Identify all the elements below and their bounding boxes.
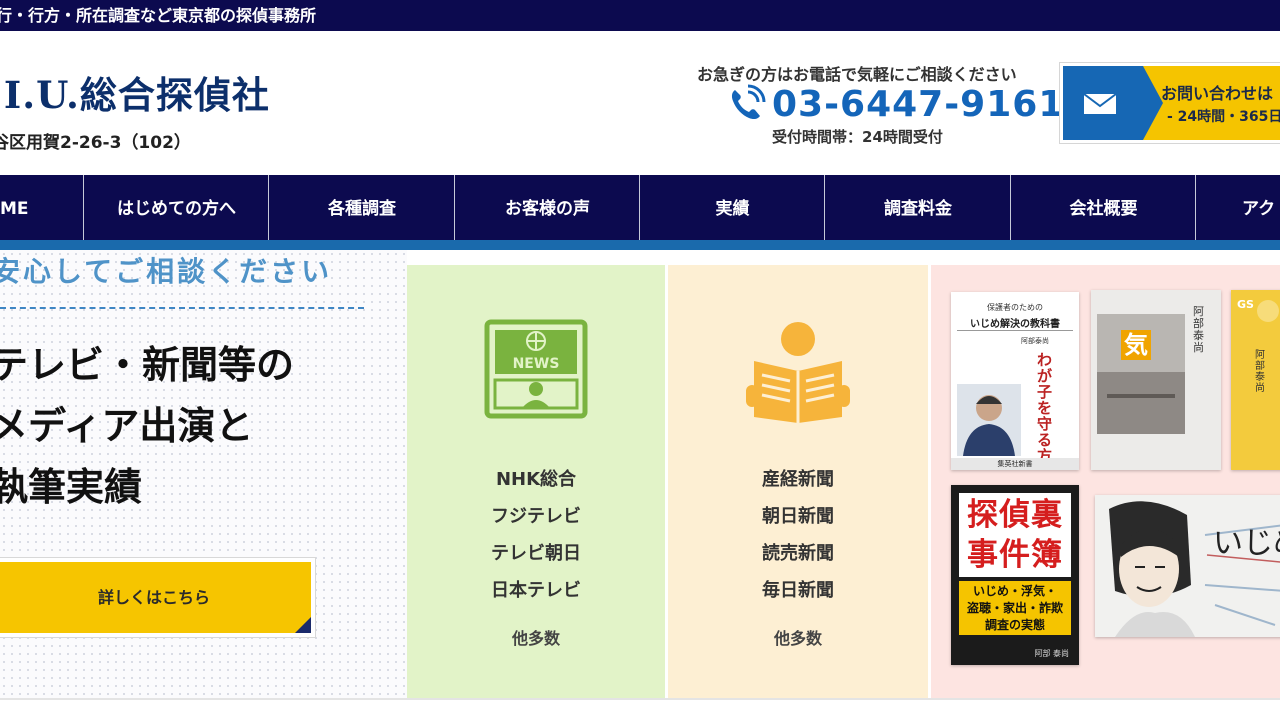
book-author: 阿部 泰尚	[1034, 649, 1069, 658]
list-item: テレビ朝日	[491, 543, 581, 564]
list-item: 読売新聞	[762, 543, 834, 564]
tv-news-icon: NEWS	[484, 319, 588, 419]
author-portrait-icon	[957, 384, 1021, 456]
nav-item-achievements[interactable]: 実績	[639, 175, 825, 240]
book-topic-line: 調査の実態	[984, 618, 1045, 632]
desk-rule	[1107, 394, 1175, 398]
media-heading: テレビ・新聞等の メディア出演と 執筆実績	[0, 335, 294, 518]
tagline-divider	[0, 307, 364, 309]
tv-station-list: NHK総合 フジテレビ テレビ朝日 日本テレビ	[407, 461, 665, 609]
list-item: 産経新聞	[762, 469, 834, 490]
site-header: .I.U.総合探偵社 谷区用賀2-26-3（102） お急ぎの方はお電話で気軽に…	[0, 31, 1280, 175]
newspaper-reader-icon	[746, 322, 850, 423]
details-button[interactable]: 詳しくはこちら	[0, 557, 316, 638]
nav-item-testimonials[interactable]: お客様の声	[454, 175, 640, 240]
manga-illustration: いじめ	[1095, 495, 1280, 637]
book-emblem	[1257, 300, 1279, 322]
phone-icon	[731, 84, 766, 120]
nav-item-access[interactable]: アク	[1195, 175, 1280, 240]
book-cover-ki[interactable]: 気 阿部泰尚	[1091, 290, 1221, 470]
newspaper-list: 産経新聞 朝日新聞 読売新聞 毎日新聞	[668, 461, 928, 609]
section-divider	[0, 698, 1280, 700]
inquiry-line2: - 24時間・365日	[1167, 109, 1280, 125]
book-publisher: 集英社新書	[951, 458, 1079, 470]
list-item: NHK総合	[495, 469, 577, 490]
book-author: 阿部泰尚	[1255, 350, 1265, 394]
top-announcement-text: 行・行方・所在調査など東京都の探偵事務所	[0, 6, 317, 25]
published-books-panel: 保護者のための いじめ解決の教科書 阿部泰尚 わが子を守る方法 集英社新書 気 …	[931, 265, 1280, 700]
book-author: 阿部泰尚	[1193, 305, 1204, 354]
media-heading-line: メディア出演と	[0, 404, 254, 448]
nav-item-pricing[interactable]: 調査料金	[824, 175, 1011, 240]
main-nav: ME はじめての方へ 各種調査 お客様の声 実績 調査料金 会社概要 アク	[0, 175, 1280, 250]
book-rule	[957, 330, 1073, 331]
nav-item-first-time[interactable]: はじめての方へ	[83, 175, 269, 240]
book-cover-gs[interactable]: GS 阿部泰尚	[1231, 290, 1280, 470]
book-title-line: 事件簿	[967, 537, 1063, 573]
nav-item-company[interactable]: 会社概要	[1010, 175, 1196, 240]
phone-link[interactable]: 03-6447-9161	[726, 81, 1064, 127]
book-title: いじめ解決の教科書	[970, 319, 1060, 330]
list-item: 日本テレビ	[491, 580, 581, 601]
book-author: 阿部泰尚	[1021, 337, 1049, 345]
newspaper-appearances-panel: 産経新聞 朝日新聞 読売新聞 毎日新聞 他多数	[668, 265, 928, 700]
reception-hours: 受付時間帯：24時間受付	[772, 128, 943, 146]
office-address: 谷区用賀2-26-3（102）	[0, 133, 191, 153]
top-announcement-bar: 行・行方・所在調査など東京都の探偵事務所	[0, 0, 1280, 31]
newspaper-more-text: 他多数	[773, 629, 822, 648]
book-subtitle: 保護者のための	[987, 303, 1043, 312]
book-mark: GS	[1237, 298, 1254, 311]
media-heading-line: テレビ・新聞等の	[0, 343, 295, 387]
book-topic-line: いじめ・浮気・	[972, 584, 1057, 598]
book-cover-ijime-textbook[interactable]: 保護者のための いじめ解決の教科書 阿部泰尚 わが子を守る方法 集英社新書	[951, 292, 1079, 470]
site-logo[interactable]: .I.U.総合探偵社	[0, 65, 270, 119]
book-topic-line: 盗聴・家出・詐欺	[966, 601, 1063, 615]
tv-more-text: 他多数	[511, 629, 560, 648]
book-topics: いじめ・浮気・ 盗聴・家出・詐欺 調査の実態	[959, 583, 1071, 634]
nav-item-investigations[interactable]: 各種調査	[268, 175, 455, 240]
nav-item-home[interactable]: ME	[0, 175, 84, 240]
news-icon-text: NEWS	[513, 356, 560, 372]
book-main-title: わが子を守る方法	[1037, 351, 1053, 470]
list-item: 朝日新聞	[762, 506, 834, 527]
mail-icon	[1083, 93, 1117, 114]
section-tagline: 安心してご相談ください	[0, 255, 333, 288]
book-title: 探偵裏 事件簿	[961, 495, 1069, 575]
book-cover-ijime-manga[interactable]: いじめ	[1095, 495, 1280, 637]
phone-number: 03-6447-9161	[772, 83, 1065, 125]
inquiry-line1: お問い合わせは	[1161, 84, 1274, 103]
contact-inquiry-button[interactable]: お問い合わせは - 24時間・365日	[1059, 62, 1280, 144]
details-button-body: 詳しくはこちら	[0, 562, 311, 633]
manga-title-text: いじめ	[1213, 526, 1280, 561]
desk-shading	[1097, 372, 1185, 434]
inquiry-button-body: お問い合わせは - 24時間・365日	[1063, 66, 1280, 140]
tv-appearances-panel: NEWS NHK総合 フジテレビ テレビ朝日 日本テレビ 他多数	[407, 265, 665, 700]
list-item: フジテレビ	[491, 506, 581, 527]
media-heading-line: 執筆実績	[0, 465, 143, 509]
corner-decoration	[295, 617, 311, 633]
mail-arrow-shape	[1143, 66, 1163, 140]
book-cover-detective-casebook[interactable]: 探偵裏 事件簿 いじめ・浮気・ 盗聴・家出・詐欺 調査の実態 阿部 泰尚	[951, 485, 1079, 665]
list-item: 毎日新聞	[762, 580, 834, 601]
media-section: 安心してご相談ください テレビ・新聞等の メディア出演と 執筆実績 詳しくはこち…	[0, 250, 1280, 720]
details-button-label: 詳しくはこちら	[97, 588, 210, 607]
media-intro-panel: 安心してご相談ください テレビ・新聞等の メディア出演と 執筆実績 詳しくはこち…	[0, 250, 407, 700]
book-cover-mark: 気	[1121, 330, 1151, 360]
book-title-line: 探偵裏	[967, 497, 1063, 533]
